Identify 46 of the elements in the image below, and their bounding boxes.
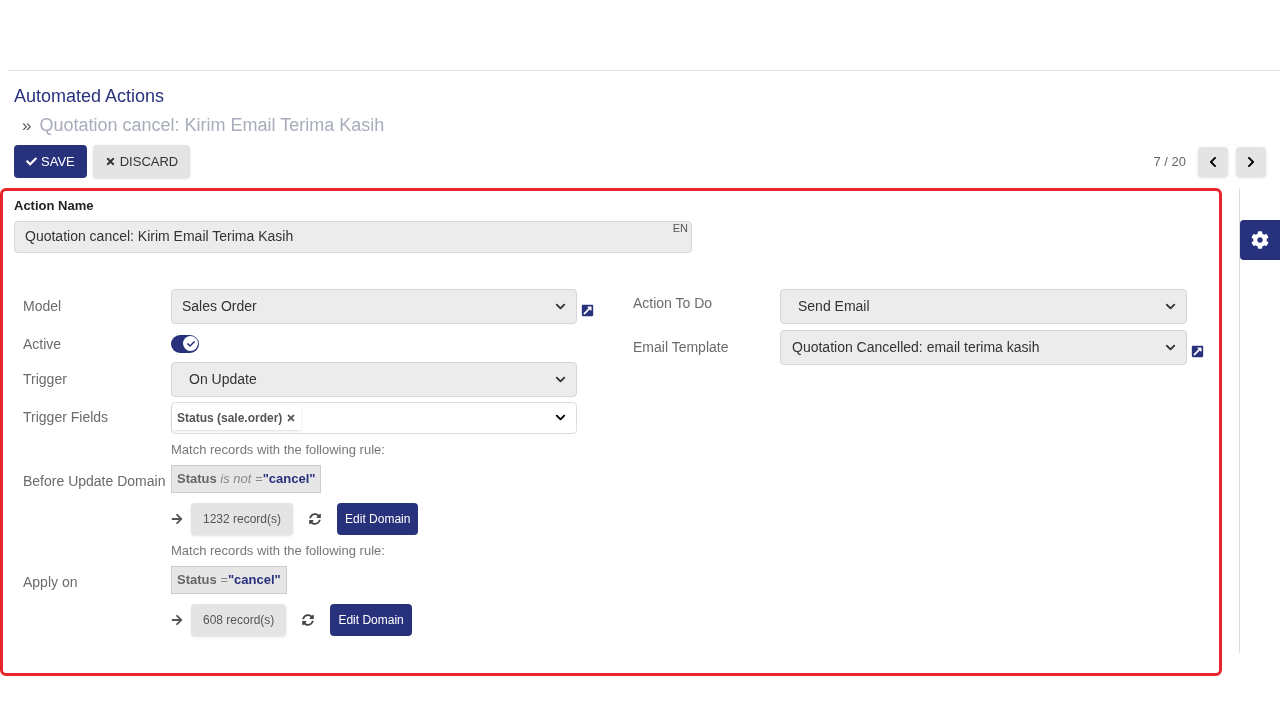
field-label: Before Update Domain [23, 472, 166, 489]
breadcrumb-link[interactable]: Automated Actions [14, 83, 165, 110]
breadcrumb-current: Quotation cancel: Kirim Email Terima Kasih [39, 114, 385, 137]
arrow-right-icon [171, 512, 183, 525]
breadcrumb-separator: » [22, 114, 32, 137]
trigger-fields-select[interactable]: Status (sale.order) [171, 401, 577, 434]
field-label: Model [23, 298, 62, 314]
domain-hint: Match records with the following rule: [171, 541, 386, 560]
edit-domain-button[interactable]: Edit Domain [330, 603, 412, 636]
arrow-right-icon [171, 613, 183, 626]
field-tag: Status (sale.order) [172, 405, 302, 430]
field-label: Active [23, 335, 62, 352]
external-link-icon[interactable] [581, 303, 594, 317]
pager-counter: 7 / 20 [1153, 152, 1186, 171]
record-count-button[interactable]: 608 record(s) [191, 603, 287, 636]
edit-domain-button[interactable]: Edit Domain [337, 502, 419, 535]
settings-icon [1251, 231, 1269, 249]
chevron-left-icon [1207, 155, 1219, 168]
next-button[interactable] [1236, 146, 1266, 177]
field-label: Action To Do [633, 295, 713, 311]
active-toggle[interactable] [171, 334, 199, 353]
domain-hint: Match records with the following rule: [171, 440, 386, 459]
action-name-field[interactable]: Quotation cancel: Kirim Email Terima Kasih EN [14, 220, 692, 253]
discard-button[interactable]: DISCARD [92, 145, 191, 178]
action-select[interactable]: Send Email [780, 288, 1187, 324]
save-button[interactable]: SAVE [14, 145, 87, 178]
language-tag[interactable]: EN [672, 219, 688, 236]
model-select[interactable]: Sales Order [171, 288, 577, 324]
field-label: Email Template [633, 339, 729, 355]
check-icon [186, 339, 195, 348]
refresh-icon[interactable] [302, 613, 315, 626]
chevron-right-icon [1245, 155, 1257, 168]
check-icon [26, 156, 37, 167]
field-label: Action Name [14, 197, 95, 215]
external-link-icon[interactable] [1191, 344, 1204, 358]
close-icon [104, 156, 116, 167]
settings-button[interactable] [1240, 220, 1280, 260]
field-label: Apply on [23, 573, 78, 590]
remove-icon[interactable] [286, 412, 297, 423]
field-label: Trigger [23, 371, 67, 387]
email-template-select[interactable]: Quotation Cancelled: email terima kasih [780, 329, 1187, 365]
field-label: Trigger Fields [23, 408, 109, 425]
trigger-select[interactable]: On Update [171, 361, 577, 397]
record-count-button[interactable]: 1232 record(s) [191, 502, 294, 535]
refresh-icon[interactable] [309, 512, 322, 525]
previous-button[interactable] [1198, 146, 1228, 177]
